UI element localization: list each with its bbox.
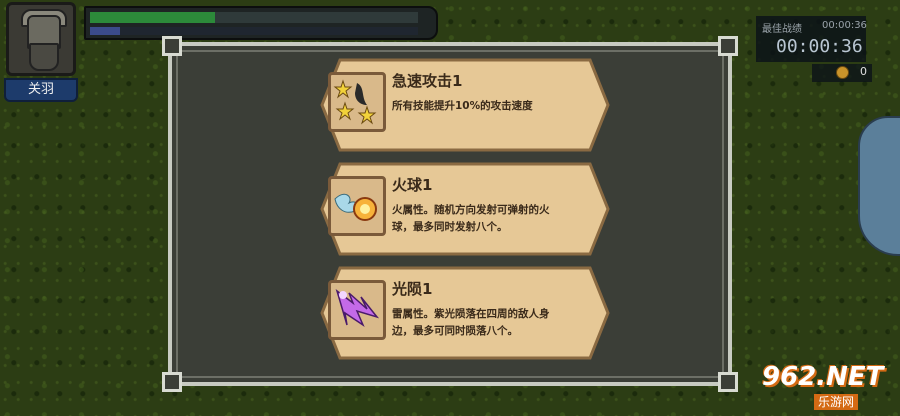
frame-corner: [162, 372, 182, 392]
frame-corner: [718, 372, 738, 392]
upgrade-title: 光陨1: [392, 280, 433, 298]
upgrade-card-speed[interactable]: 急速攻击1 所有技能提升10%的攻击速度: [320, 56, 610, 154]
purple-meteor-icon: [335, 289, 380, 328]
site-watermark: 962.NET 乐游网: [760, 362, 900, 416]
upgrade-title: 火球1: [392, 176, 433, 194]
fireball-icon: [334, 193, 377, 221]
upgrade-icon-frame: [328, 280, 386, 340]
best-record-value: 00:00:36: [822, 20, 867, 31]
beard-icon: [29, 43, 59, 71]
xp-fill: [90, 27, 120, 35]
hp-fill: [90, 12, 215, 23]
upgrade-card-meteor[interactable]: 光陨1 雷属性。紫光陨落在四周的敌人身边，最多可同时陨落八个。: [320, 264, 610, 362]
coin-icon: [836, 66, 849, 79]
elapsed-time: 00:00:36: [776, 36, 863, 57]
hp-bar: [90, 12, 418, 23]
upgrade-description: 火属性。随机方向发射可弹射的火球，最多同时发射八个。: [392, 204, 550, 233]
frame-corner: [162, 36, 182, 56]
coin-counter: 0: [812, 64, 872, 82]
best-record-label: 最佳战绩: [762, 24, 802, 35]
upgrade-description: 雷属性。紫光陨落在四周的敌人身边，最多可同时陨落八个。: [392, 308, 550, 337]
speed-stars-icon: [333, 79, 377, 125]
timer-panel: 最佳战绩 00:00:36 00:00:36: [756, 16, 867, 62]
watermark-subtitle: 乐游网: [814, 394, 859, 410]
water-pond: [858, 116, 900, 256]
xp-bar: [90, 27, 418, 35]
upgrade-selection-dialog: 急速攻击1 所有技能提升10%的攻击速度 火球1 火属性。随机方向发射可弹射的火…: [162, 36, 738, 392]
hero-portrait: [6, 2, 76, 76]
upgrade-card-fireball[interactable]: 火球1 火属性。随机方向发射可弹射的火球，最多同时发射八个。: [320, 160, 610, 258]
status-bars: [84, 6, 438, 40]
hero-panel[interactable]: 关羽: [4, 2, 78, 102]
upgrade-icon-frame: [328, 176, 386, 236]
upgrade-title: 急速攻击1: [392, 72, 463, 90]
coin-value: 0: [860, 65, 867, 78]
upgrade-icon-frame: [328, 72, 386, 132]
frame-corner: [718, 36, 738, 56]
upgrade-description: 所有技能提升10%的攻击速度: [392, 100, 533, 112]
watermark-logo: 962.NET: [762, 362, 884, 392]
hero-name: 关羽: [4, 78, 78, 102]
